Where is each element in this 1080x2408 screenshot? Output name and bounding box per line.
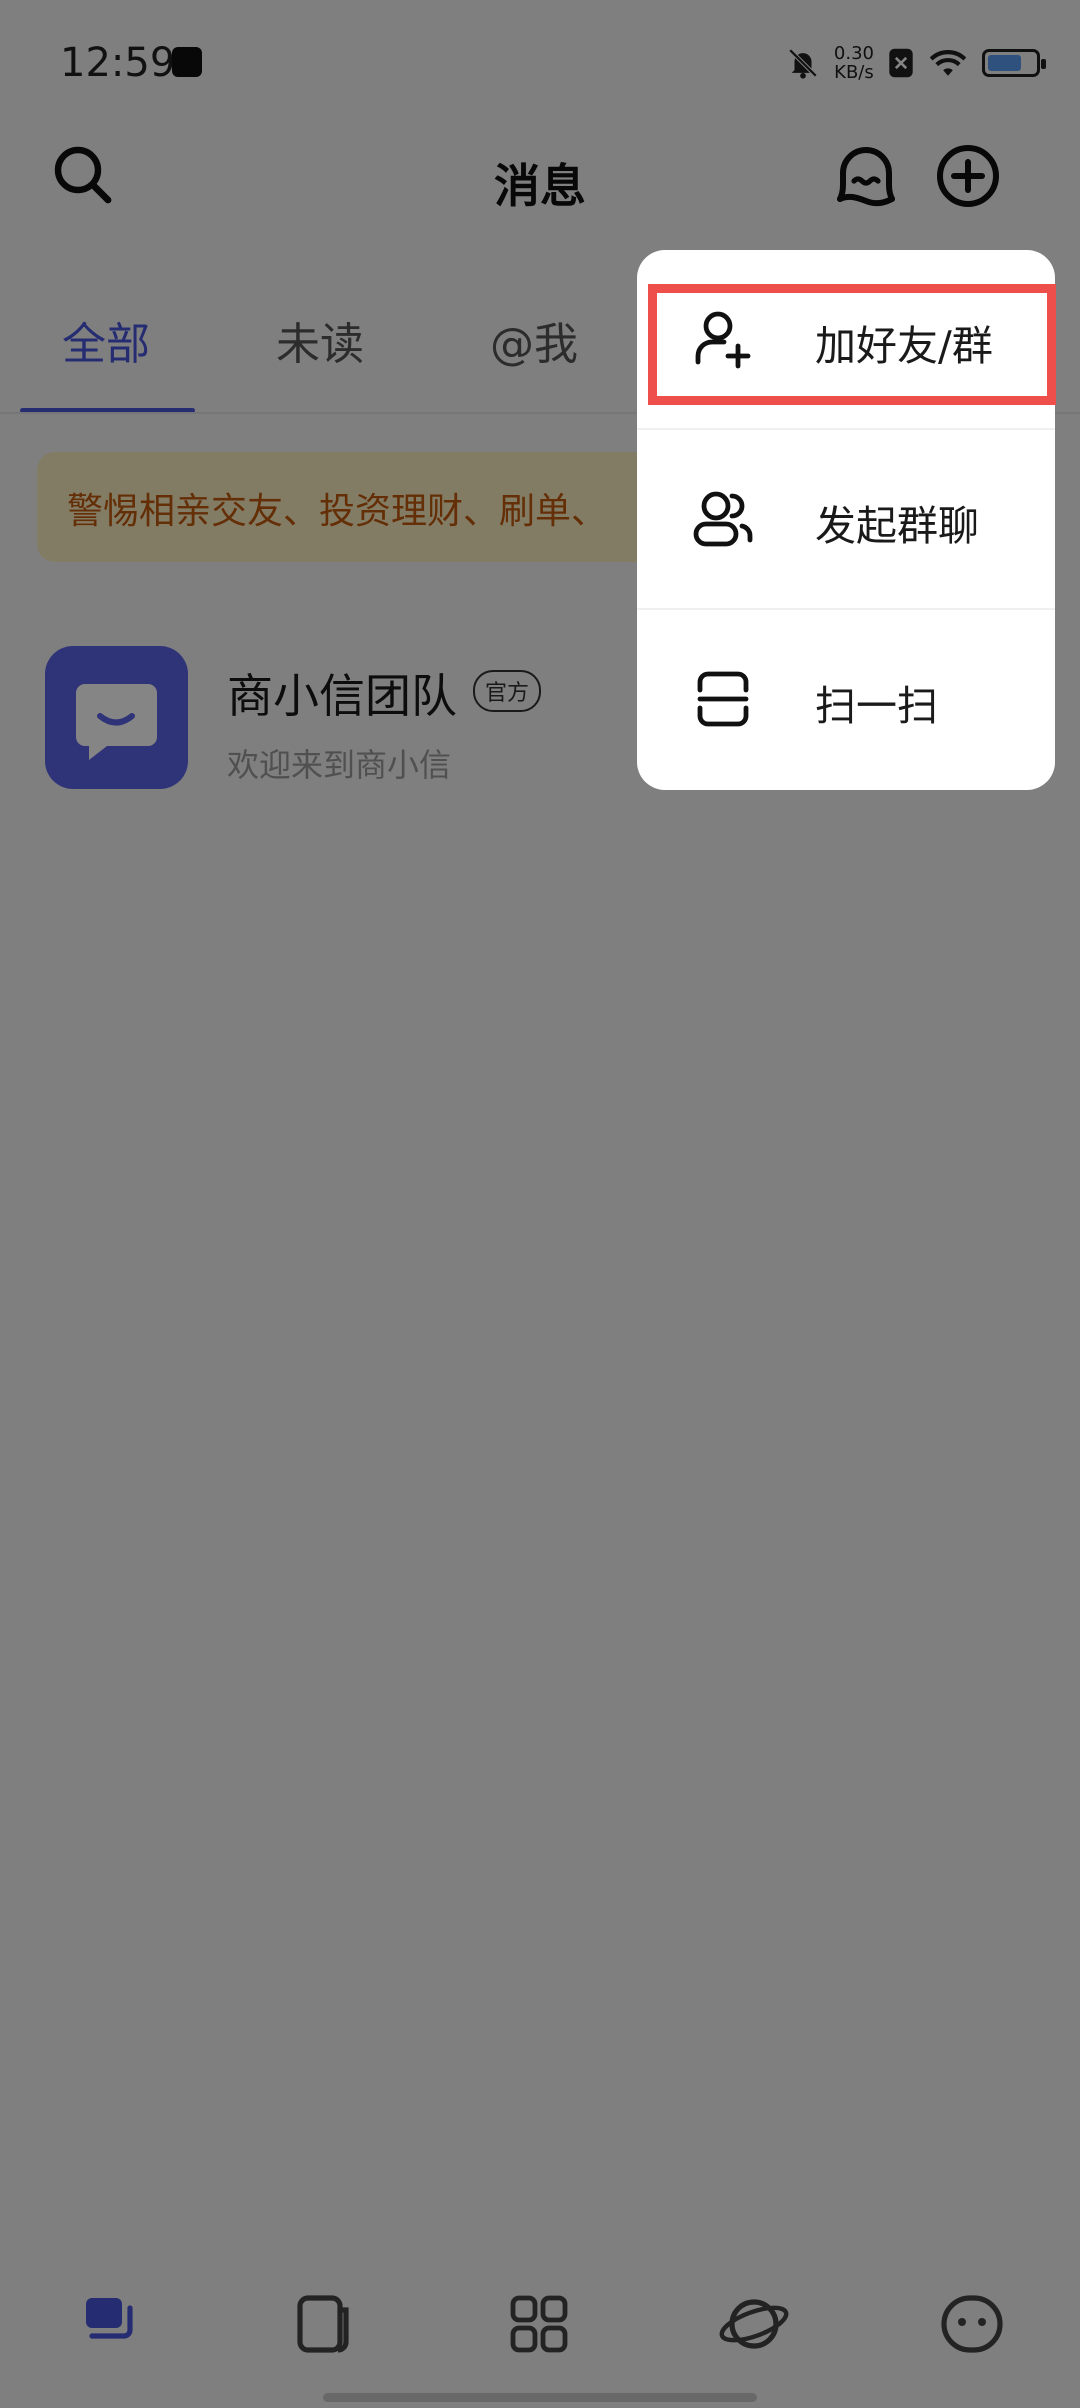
scan-icon [697, 671, 749, 727]
highlight-box [648, 284, 1056, 405]
menu-item-scan[interactable]: 扫一扫 [637, 610, 1055, 788]
menu-item-label: 扫一扫 [815, 682, 938, 730]
menu-item-label: 发起群聊 [815, 502, 979, 550]
menu-item-start-group-chat[interactable]: 发起群聊 [637, 430, 1055, 608]
group-icon [693, 491, 753, 547]
